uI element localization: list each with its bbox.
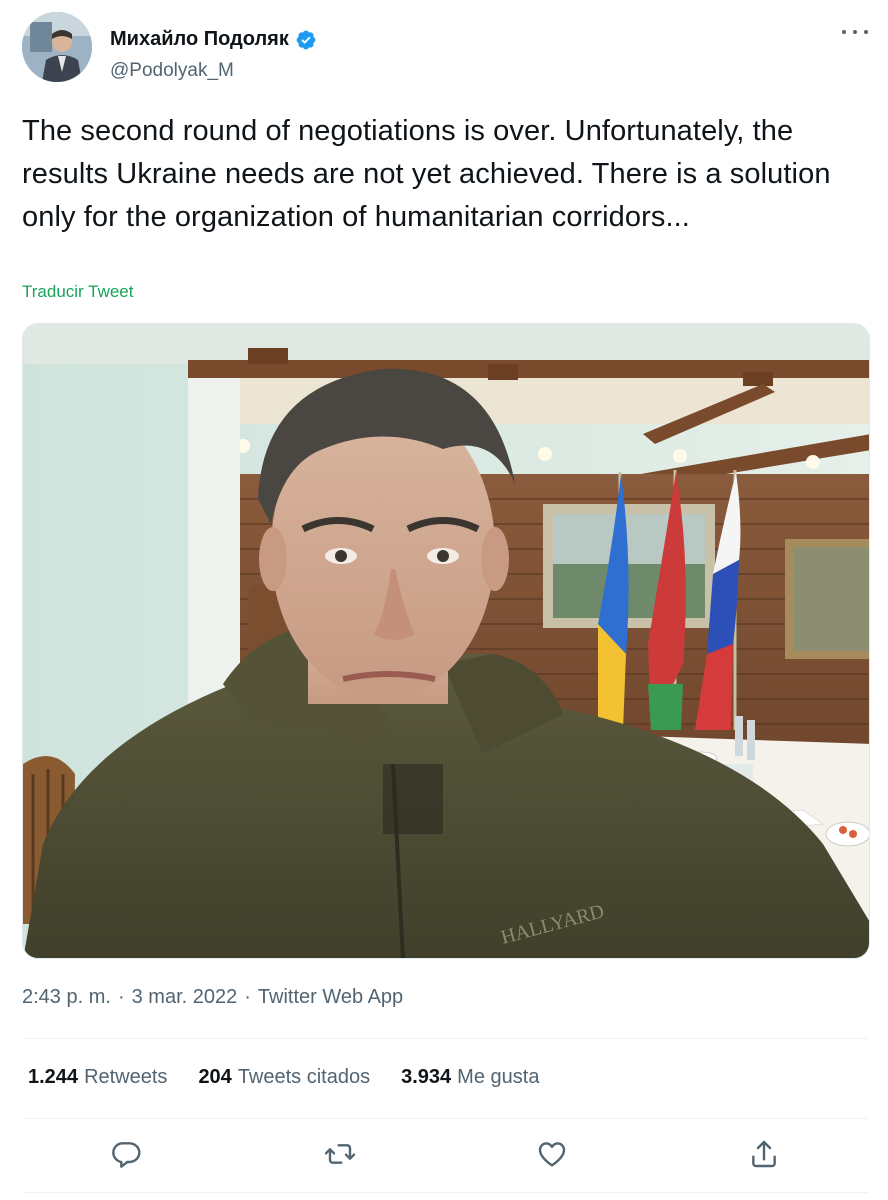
divider <box>22 1038 868 1039</box>
source-app[interactable]: Twitter Web App <box>258 986 403 1009</box>
quote-tweets-count: 204 <box>198 1066 232 1088</box>
likes-count: 3.934 <box>401 1066 452 1088</box>
tweet-photo[interactable]: HALLYARD <box>22 323 870 959</box>
retweets-stat[interactable]: 1.244 Retweets <box>28 1066 167 1089</box>
tweet-actions <box>22 1134 868 1174</box>
tweet-header: Михайло Подоляк @Podolyak_M <box>22 12 868 82</box>
photo-illustration: HALLYARD <box>23 324 869 958</box>
divider <box>22 1192 868 1193</box>
likes-label: Me gusta <box>457 1066 540 1088</box>
meta-separator: · <box>244 986 251 1008</box>
tweet-time[interactable]: 2:43 p. m. <box>22 986 111 1009</box>
quote-tweets-stat[interactable]: 204 Tweets citados <box>198 1066 370 1089</box>
user-handle[interactable]: @Podolyak_M <box>110 60 234 82</box>
avatar-image <box>22 12 92 82</box>
retweet-icon[interactable] <box>324 1138 356 1170</box>
more-options-icon[interactable] <box>842 22 868 42</box>
share-icon[interactable] <box>748 1138 780 1170</box>
translate-tweet-link[interactable]: Traducir Tweet <box>22 282 134 302</box>
engagement-stats: 1.244 Retweets 204 Tweets citados 3.934 … <box>28 1066 570 1089</box>
quote-tweets-label: Tweets citados <box>237 1066 371 1088</box>
meta-separator: · <box>117 986 125 1008</box>
tweet-text: The second round of negotiations is over… <box>22 115 831 233</box>
like-icon[interactable] <box>536 1138 568 1170</box>
divider <box>22 1118 868 1119</box>
display-name[interactable]: Михайло Подоляк <box>110 28 289 51</box>
tweet-date[interactable]: 3 mar. 2022 <box>132 986 238 1009</box>
avatar[interactable] <box>22 12 92 82</box>
retweets-label: Retweets <box>84 1066 168 1088</box>
reply-icon[interactable] <box>110 1138 142 1170</box>
name-row: Михайло Подоляк <box>110 28 317 51</box>
retweets-count: 1.244 <box>28 1066 79 1088</box>
likes-stat[interactable]: 3.934 Me gusta <box>401 1066 539 1089</box>
tweet-meta: 2:43 p. m. · 3 mar. 2022 · Twitter Web A… <box>22 986 403 1009</box>
verified-badge-icon <box>295 29 317 51</box>
